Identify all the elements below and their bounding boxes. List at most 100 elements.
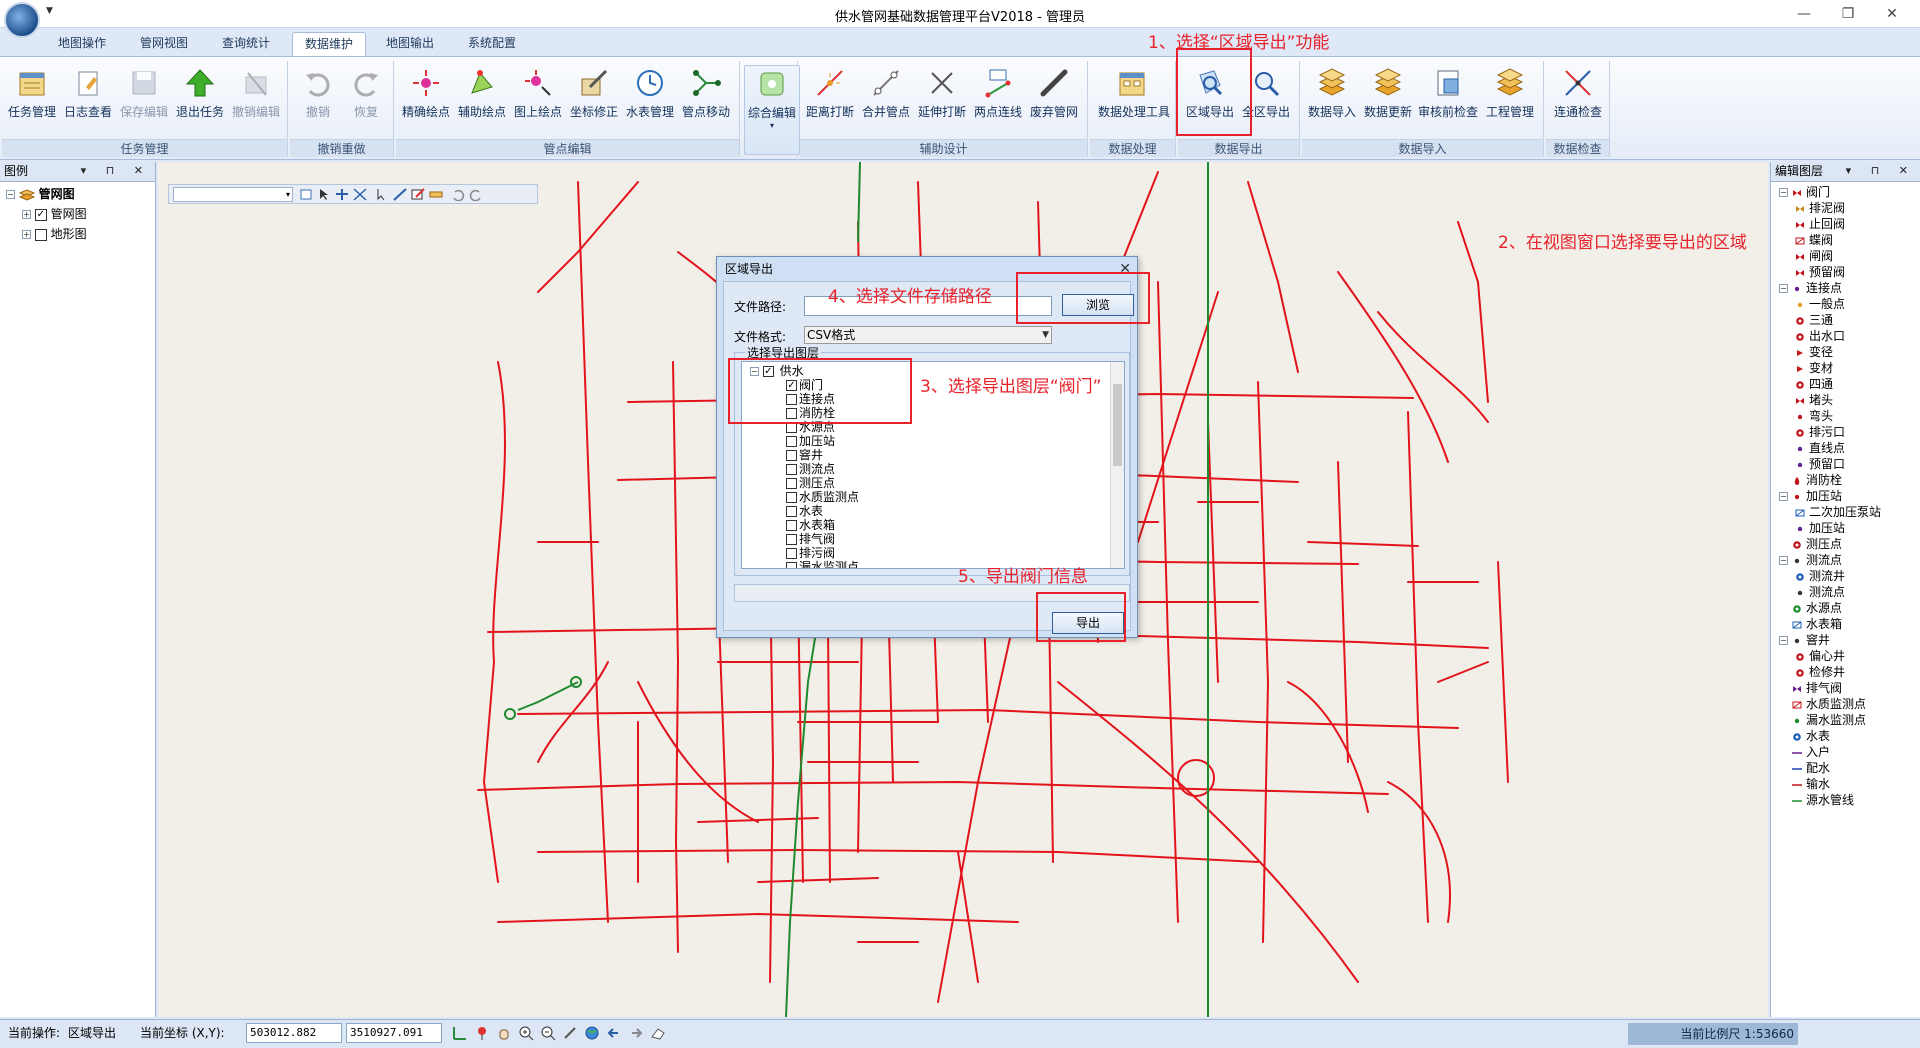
edit-layer-item[interactable]: 测流点 [1795,584,1845,600]
precise-point-button[interactable]: 精确绘点 [398,65,454,137]
collapse-icon[interactable]: − [1779,284,1788,293]
panel-header-buttons[interactable]: ▾ ⊓ ✕ [81,162,151,180]
layer-list-scrollbar[interactable] [1110,362,1124,568]
export-layer-checkbox[interactable] [786,492,797,503]
minimize-button[interactable]: — [1786,3,1822,25]
edit-layer-item[interactable]: 闸阀 [1795,248,1833,264]
merge-point-button[interactable]: 合并管点 [858,65,914,137]
clear-icon[interactable] [562,1025,578,1041]
restore-button[interactable]: ❐ [1830,3,1866,25]
connect-points-button[interactable]: 两点连线 [970,65,1026,137]
edit-layer-item[interactable]: − 加压站 [1779,488,1842,504]
tree-node-root[interactable]: − 管网图 [0,184,155,204]
export-layer-checkbox[interactable] [786,436,797,447]
coord-fix-button[interactable]: 坐标修正 [566,65,622,137]
edit-layer-item[interactable]: 排气阀 [1779,680,1842,696]
export-layer-item[interactable]: 测流点 [786,462,835,476]
data-import-button[interactable]: 数据导入 [1304,65,1360,137]
zoom-in-icon[interactable] [518,1025,534,1041]
edit-layer-item[interactable]: 水表 [1779,728,1830,744]
edit-layer-item[interactable]: 排泥阀 [1795,200,1845,216]
exit-task-button[interactable]: 退出任务 [172,65,228,137]
distance-break-button[interactable]: 距离打断 [802,65,858,137]
edit-layer-item[interactable]: 测压点 [1779,536,1842,552]
cancel-edit-button[interactable]: 撤销编辑 [228,65,284,137]
edit-layer-item[interactable]: 配水 [1779,760,1830,776]
edit-layer-item[interactable]: 消防栓 [1779,472,1842,488]
collapse-icon[interactable]: − [1779,556,1788,565]
precheck-button[interactable]: 审核前检查 [1418,65,1478,137]
export-layer-checkbox[interactable] [786,548,797,559]
export-layer-checkbox[interactable] [786,450,797,461]
panel-header-buttons[interactable]: ▾ ⊓ ✕ [1846,162,1916,180]
edit-layer-item[interactable]: 弯头 [1795,408,1833,424]
export-layer-checkbox[interactable] [786,562,797,568]
map-point-button[interactable]: 图上绘点 [510,65,566,137]
edit-layer-item[interactable]: 水源点 [1779,600,1842,616]
meter-manage-button[interactable]: 水表管理 [622,65,678,137]
point-move-button[interactable]: 管点移动 [678,65,734,137]
collapse-icon[interactable]: − [1779,188,1788,197]
edit-layer-item[interactable]: − 窨井 [1779,632,1830,648]
collapse-icon[interactable]: − [1779,492,1788,501]
forward-arrow-icon[interactable] [628,1025,644,1041]
edit-layer-item[interactable]: 三通 [1795,312,1833,328]
export-layer-item[interactable]: 水表 [786,504,823,518]
project-manage-button[interactable]: 工程管理 [1482,65,1538,137]
edit-layer-item[interactable]: − 连接点 [1779,280,1842,296]
export-layer-checkbox[interactable] [786,478,797,489]
export-layer-item[interactable]: 测压点 [786,476,835,490]
log-view-button[interactable]: 日志查看 [60,65,116,137]
cursor-tool-icon[interactable] [375,188,389,201]
edit-layer-item[interactable]: 变材 [1795,360,1833,376]
export-layer-checkbox[interactable] [786,520,797,531]
file-format-select[interactable]: CSV格式 ▼ [804,326,1052,344]
export-layer-checkbox[interactable] [786,534,797,545]
add-vertex-icon[interactable] [335,188,349,201]
map-layer-select[interactable]: ▾ [173,187,293,202]
edit-layer-item[interactable]: 排污口 [1795,424,1845,440]
expand-tool-icon[interactable] [353,188,367,201]
data-update-button[interactable]: 数据更新 [1360,65,1416,137]
coord-x-field[interactable]: 503012.882 [246,1023,342,1043]
export-layer-item[interactable]: 水质监测点 [786,490,859,504]
measure-tool-icon[interactable] [429,188,443,201]
tab-query-stats[interactable]: 查询统计 [210,32,282,56]
edit-layer-item[interactable]: 检修井 [1795,664,1845,680]
edit-layer-item[interactable]: 预留口 [1795,456,1845,472]
close-button[interactable]: ✕ [1874,3,1910,25]
edit-layer-item[interactable]: − 阀门 [1779,184,1830,200]
tab-map-ops[interactable]: 地图操作 [46,32,118,56]
globe-icon[interactable] [584,1025,600,1041]
export-layer-item[interactable]: 漏水监测点 [786,560,859,568]
edit-layer-item[interactable]: 堵头 [1795,392,1833,408]
edit-layer-item[interactable]: 二次加压泵站 [1795,504,1881,520]
redo-small-icon[interactable] [469,188,483,201]
abandon-pipe-button[interactable]: 废弃管网 [1026,65,1082,137]
terrain-map-checkbox[interactable] [34,228,47,241]
edit-layer-item[interactable]: 水表箱 [1779,616,1842,632]
tree-node-terrain-map[interactable]: + 地形图 [0,224,155,244]
pin-icon[interactable] [474,1025,490,1041]
undo-small-icon[interactable] [451,188,465,201]
edit-layer-item[interactable]: 水质监测点 [1779,696,1866,712]
select-tool-icon[interactable] [299,188,313,201]
edit-layer-item[interactable]: 四通 [1795,376,1833,392]
zoom-out-icon[interactable] [540,1025,556,1041]
export-layer-item[interactable]: 排气阀 [786,532,835,546]
edit-layer-item[interactable]: 加压站 [1795,520,1845,536]
export-layer-item[interactable]: 排污阀 [786,546,835,560]
line-tool-icon[interactable] [393,188,407,201]
app-logo-icon[interactable] [4,2,40,38]
export-layer-checkbox[interactable] [786,506,797,517]
tab-map-output[interactable]: 地图输出 [374,32,446,56]
edit-layer-item[interactable]: 一般点 [1795,296,1845,312]
eraser-icon[interactable] [650,1025,666,1041]
collapse-icon[interactable]: − [6,190,15,199]
redo-button[interactable]: 恢复 [338,65,394,137]
export-layer-item[interactable]: 窨井 [786,448,823,462]
save-edit-button[interactable]: 保存编辑 [116,65,172,137]
edit-layer-item[interactable]: 蝶阀 [1795,232,1833,248]
axis-icon[interactable] [452,1025,468,1041]
collapse-icon[interactable]: − [1779,636,1788,645]
